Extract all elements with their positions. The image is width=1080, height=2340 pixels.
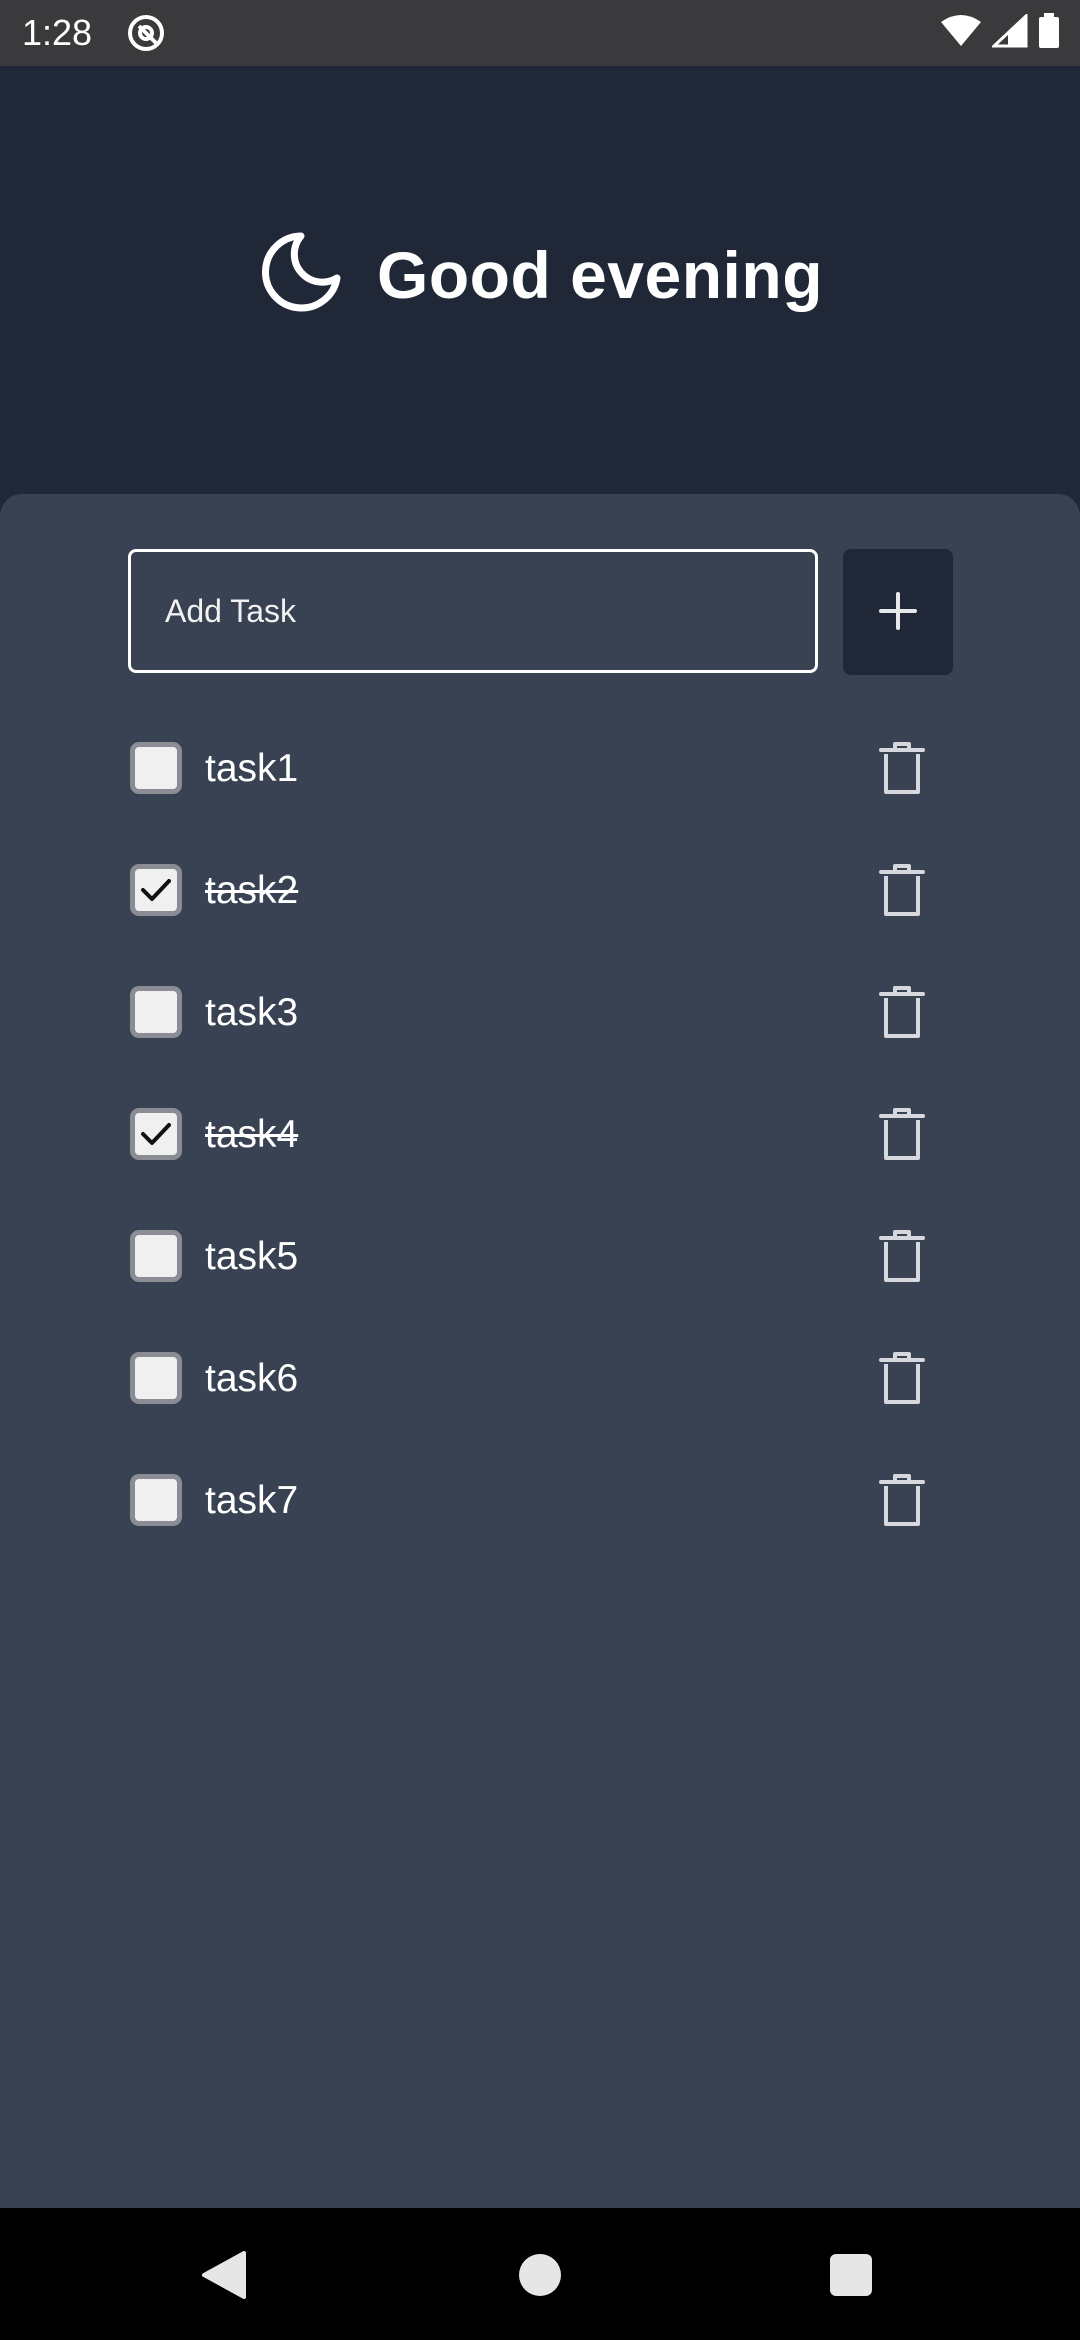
battery-icon	[1038, 12, 1060, 54]
home-icon[interactable]	[519, 2254, 561, 2296]
trash-icon	[879, 864, 925, 916]
task-checkbox[interactable]	[130, 864, 182, 916]
navigation-bar	[0, 2208, 1080, 2340]
task-checkbox[interactable]	[130, 1352, 182, 1404]
greeting-text: Good evening	[376, 237, 824, 312]
task-row: task7	[0, 1441, 1080, 1563]
trash-icon	[879, 1352, 925, 1404]
task-label: task2	[205, 869, 299, 912]
delete-task-button[interactable]	[872, 1349, 932, 1409]
delete-task-button[interactable]	[872, 739, 932, 799]
task-checkbox[interactable]	[130, 1474, 182, 1526]
trash-icon	[879, 1108, 925, 1160]
plus-icon	[878, 591, 918, 634]
task-checkbox[interactable]	[130, 1230, 182, 1282]
check-icon	[141, 879, 171, 901]
greeting: Good evening	[0, 230, 1080, 319]
add-task-input[interactable]	[128, 549, 818, 673]
status-bar: 1:28	[0, 0, 1080, 66]
delete-task-button[interactable]	[872, 861, 932, 921]
back-icon[interactable]	[200, 2250, 246, 2305]
task-label: task6	[205, 1357, 299, 1400]
app-notification-icon	[126, 13, 166, 53]
task-label: task4	[205, 1113, 299, 1156]
recents-icon[interactable]	[830, 2254, 872, 2296]
delete-task-button[interactable]	[872, 1227, 932, 1287]
task-row: task5	[0, 1197, 1080, 1319]
delete-task-button[interactable]	[872, 983, 932, 1043]
trash-icon	[879, 986, 925, 1038]
trash-icon	[879, 1230, 925, 1282]
delete-task-button[interactable]	[872, 1471, 932, 1531]
task-label: task5	[205, 1235, 299, 1278]
trash-icon	[879, 742, 925, 794]
status-icons	[940, 12, 1060, 54]
task-row: task3	[0, 953, 1080, 1075]
signal-icon	[990, 12, 1028, 53]
task-label: task7	[205, 1479, 299, 1522]
delete-task-button[interactable]	[872, 1105, 932, 1165]
task-checkbox[interactable]	[130, 1108, 182, 1160]
task-label: task1	[205, 747, 299, 790]
task-checkbox[interactable]	[130, 986, 182, 1038]
moon-icon	[257, 230, 341, 319]
status-time: 1:28	[22, 12, 93, 53]
task-list: task1 task2 task3 task4 task5 task6 task…	[0, 709, 1080, 1563]
task-label: task3	[205, 991, 299, 1034]
task-row: task4	[0, 1075, 1080, 1197]
task-checkbox[interactable]	[130, 742, 182, 794]
task-row: task2	[0, 831, 1080, 953]
trash-icon	[879, 1474, 925, 1526]
check-icon	[141, 1123, 171, 1145]
add-task-button[interactable]	[843, 549, 953, 675]
task-row: task1	[0, 709, 1080, 831]
wifi-icon	[940, 14, 982, 53]
task-row: task6	[0, 1319, 1080, 1441]
